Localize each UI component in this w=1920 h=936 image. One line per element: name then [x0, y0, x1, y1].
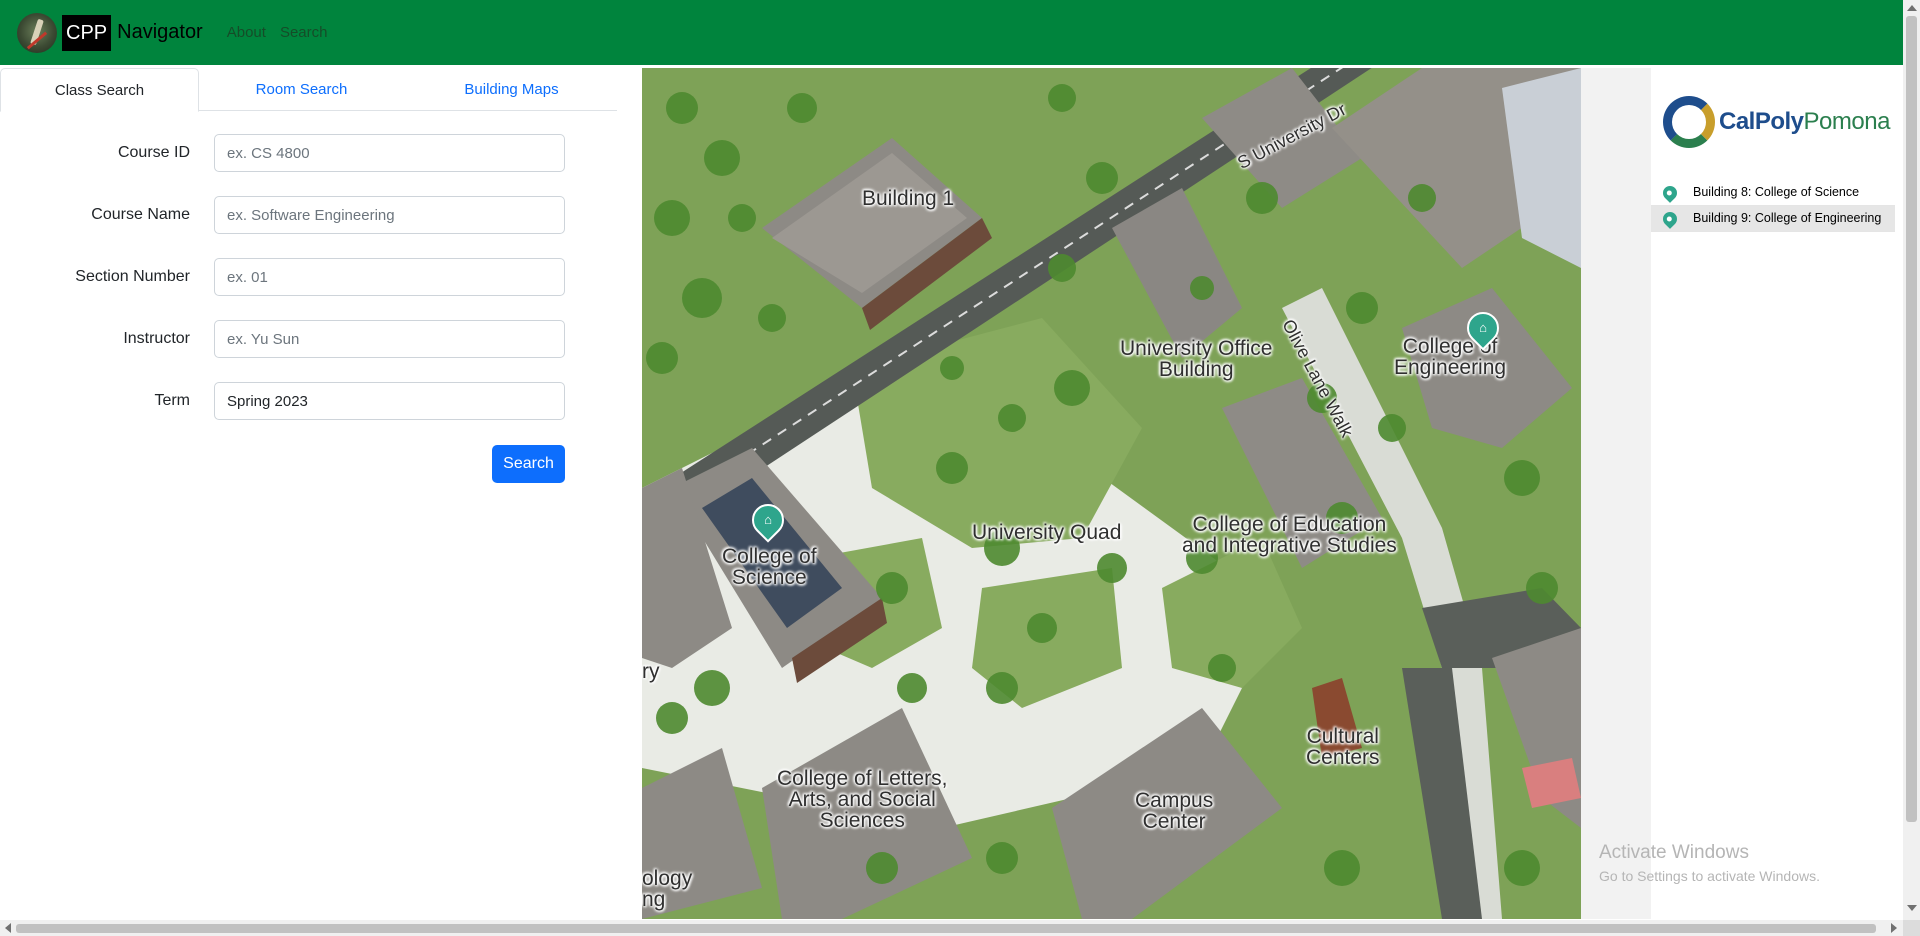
instructor-label: Instructor [123, 330, 190, 347]
tab-bar: Class Search Room Search Building Maps [0, 68, 619, 112]
map-pin-icon [1660, 183, 1680, 203]
calpoly-logo-text: CalPolyPomona [1719, 108, 1890, 135]
calpoly-logo-icon [1663, 96, 1715, 148]
form-row-course-id: Course ID [0, 134, 617, 172]
watermark-title: Activate Windows [1599, 842, 1749, 863]
form-row-section-number: Section Number [0, 258, 617, 296]
instructor-input[interactable] [214, 320, 565, 358]
section-number-label: Section Number [75, 268, 190, 285]
course-id-label: Course ID [117, 144, 190, 161]
map-label-education: College of Education and Integrative Stu… [1182, 513, 1397, 557]
left-panel: Class Search Room Search Building Maps C… [0, 68, 617, 920]
building-list-label: Building 9: College of Engineering [1693, 211, 1882, 225]
search-button[interactable]: Search [492, 445, 565, 483]
scroll-up-icon[interactable] [1907, 5, 1917, 11]
map-label-letters: College of Letters, Arts, and Social Sci… [777, 767, 948, 832]
tab-building-maps[interactable]: Building Maps [404, 68, 619, 111]
museum-icon: ⌂ [764, 512, 772, 527]
brand-text[interactable]: Navigator [117, 21, 203, 44]
building-list: Building 8: College of Science Building … [1651, 180, 1895, 232]
course-name-label: Course Name [91, 206, 190, 223]
building-sidebar: CalPolyPomona Building 8: College of Sci… [1581, 68, 1903, 919]
map-label-science: College of Science [722, 545, 817, 589]
course-name-input[interactable] [214, 196, 565, 234]
scroll-down-icon[interactable] [1907, 905, 1917, 911]
scroll-right-icon[interactable] [1891, 923, 1897, 933]
term-input[interactable] [214, 382, 565, 420]
tab-class-search[interactable]: Class Search [0, 68, 199, 112]
brand-box[interactable]: CPP [62, 14, 112, 51]
cpp-logo-icon[interactable] [17, 12, 57, 53]
nav-link-search[interactable]: Search [280, 24, 328, 41]
map-label-cultural: Cultural Centers [1306, 725, 1380, 769]
nav-link-about[interactable]: About [227, 24, 266, 41]
map-label-partial-left: ry [642, 660, 660, 683]
vertical-scroll-thumb[interactable] [1906, 16, 1917, 822]
course-id-input[interactable] [214, 134, 565, 172]
museum-icon: ⌂ [1479, 320, 1487, 335]
watermark-subtitle: Go to Settings to activate Windows. [1599, 868, 1820, 884]
map-label-partial-bottom: ology ng [642, 867, 693, 911]
form-row-instructor: Instructor [0, 320, 617, 358]
horizontal-scroll-thumb[interactable] [16, 924, 1876, 933]
map-label-campus-center: Campus Center [1135, 789, 1214, 833]
form-row-course-name: Course Name [0, 196, 617, 234]
activate-windows-watermark: Activate Windows Go to Settings to activ… [1599, 842, 1820, 884]
tab-room-search[interactable]: Room Search [199, 68, 404, 111]
building-sidebar-content: CalPolyPomona Building 8: College of Sci… [1651, 68, 1903, 919]
map-pin-icon [1660, 209, 1680, 229]
map-label-office-building: University Office Building [1120, 337, 1273, 381]
building-list-item[interactable]: Building 9: College of Engineering [1651, 206, 1895, 232]
navbar: CPP Navigator About Search [0, 0, 1903, 65]
calpoly-pomona-logo: CalPolyPomona [1663, 96, 1890, 148]
scrollbar-corner [1903, 920, 1920, 936]
horizontal-scrollbar[interactable] [0, 920, 1903, 936]
scroll-left-icon[interactable] [5, 923, 11, 933]
section-number-input[interactable] [214, 258, 565, 296]
map-label-building-1: Building 1 [862, 187, 955, 210]
vertical-scrollbar[interactable] [1903, 0, 1920, 920]
term-label: Term [154, 392, 190, 409]
map-label-quad: University Quad [972, 521, 1122, 544]
campus-map[interactable]: Building 1 S University Dr University Of… [642, 68, 1581, 919]
building-list-label: Building 8: College of Science [1693, 185, 1860, 199]
building-list-item[interactable]: Building 8: College of Science [1651, 180, 1895, 206]
form-row-term: Term [0, 382, 617, 420]
